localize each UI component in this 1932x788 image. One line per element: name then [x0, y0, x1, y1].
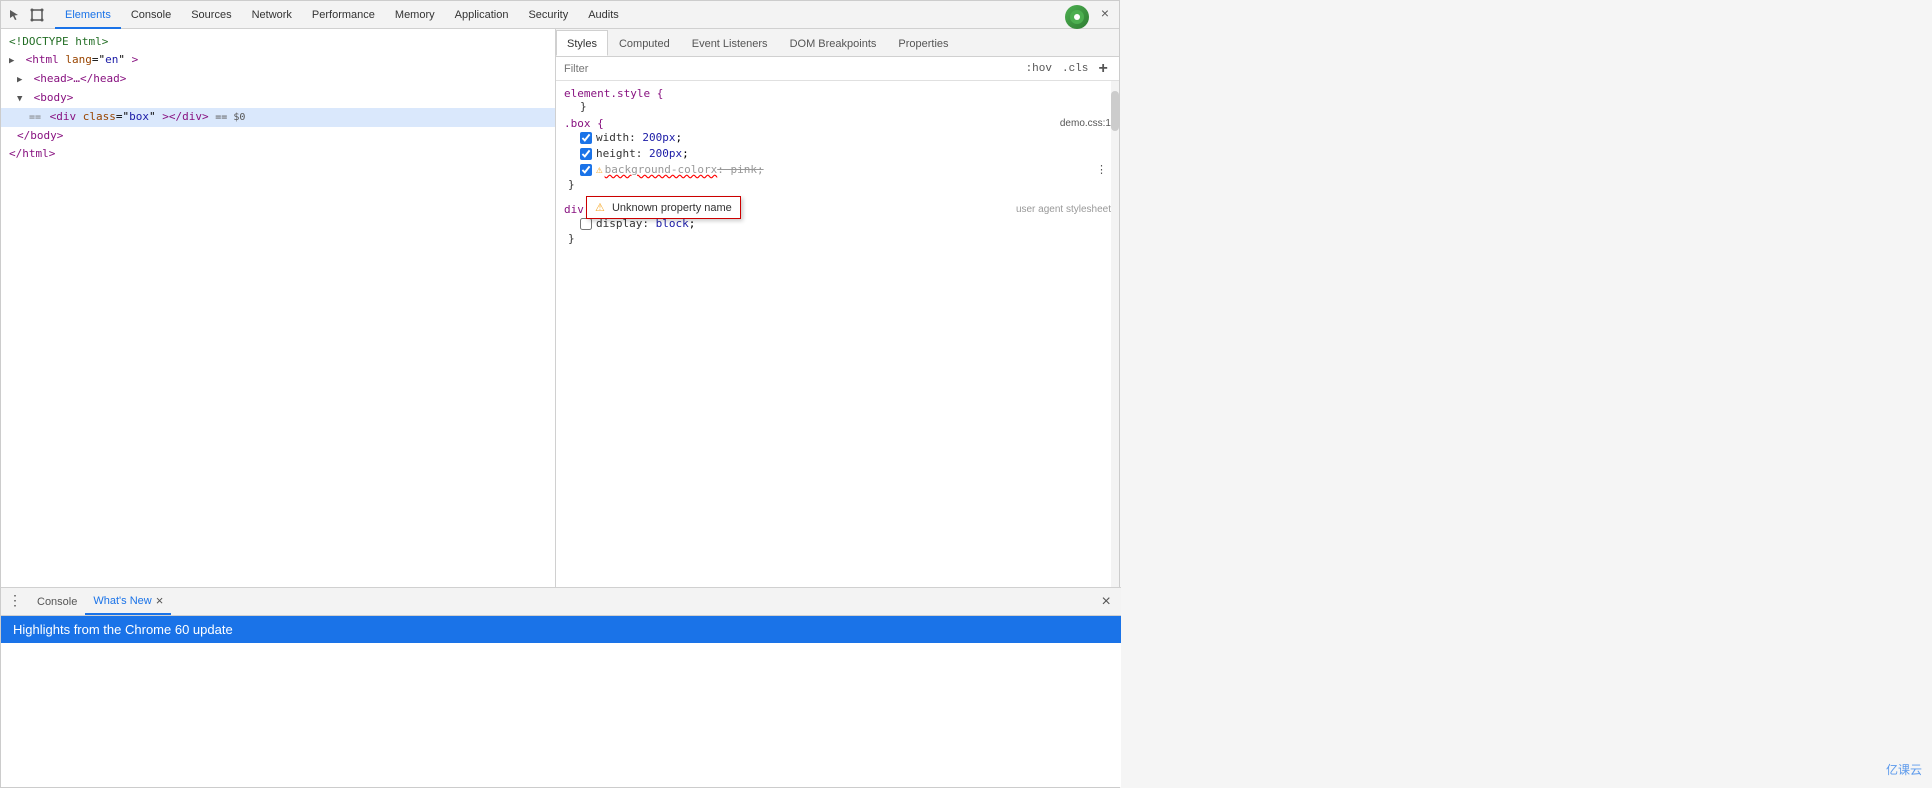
- tab-application[interactable]: Application: [445, 1, 519, 29]
- tab-styles[interactable]: Styles: [556, 30, 608, 56]
- checkbox-width[interactable]: [580, 132, 592, 144]
- dom-line-html-close: </html>: [1, 145, 555, 163]
- style-prop-height: height : 200px ;: [564, 146, 1111, 162]
- drawer-tab-console[interactable]: Console: [29, 589, 85, 615]
- tab-properties[interactable]: Properties: [887, 30, 959, 56]
- tab-memory[interactable]: Memory: [385, 1, 445, 29]
- more-options-prop[interactable]: ⋮: [1096, 162, 1107, 178]
- close-devtools-icon[interactable]: ×: [1095, 5, 1115, 25]
- highlights-bar: Highlights from the Chrome 60 update: [1, 616, 1121, 643]
- checkbox-display[interactable]: [580, 218, 592, 230]
- source-link-useragent: user agent stylesheet: [1016, 204, 1111, 215]
- drawer-dots-icon[interactable]: ⋮: [5, 592, 25, 612]
- tooltip-unknown-property: ⚠ Unknown property name: [586, 196, 741, 219]
- devtools-tab-bar: Elements Console Sources Network Perform…: [55, 1, 1071, 29]
- devtools-toolbar: Elements Console Sources Network Perform…: [1, 1, 1119, 29]
- style-prop-bgcolor-invalid: ⚠ background-colorx : pink ; ⋮: [564, 162, 1111, 178]
- warning-icon: ⚠: [596, 162, 603, 178]
- box-icon[interactable]: [27, 5, 47, 25]
- tab-audits[interactable]: Audits: [578, 1, 629, 29]
- drawer-tab-close-icon[interactable]: ×: [156, 588, 164, 614]
- drawer-close-all-button[interactable]: ×: [1095, 591, 1117, 613]
- tooltip-warn-icon: ⚠: [595, 202, 605, 214]
- drawer-tab-whats-new[interactable]: What's New ×: [85, 589, 171, 615]
- dom-line-html: ▶ <html lang="en" >: [1, 51, 555, 70]
- tab-network[interactable]: Network: [242, 1, 302, 29]
- cls-button[interactable]: .cls: [1059, 62, 1091, 76]
- styles-tabs: Styles Computed Event Listeners DOM Brea…: [556, 29, 1119, 57]
- devtools-drawer: ⋮ Console What's New × × Highlights from…: [1, 587, 1121, 787]
- tab-sources[interactable]: Sources: [181, 1, 241, 29]
- tab-elements[interactable]: Elements: [55, 1, 121, 29]
- tab-event-listeners[interactable]: Event Listeners: [681, 30, 779, 56]
- cursor-icon[interactable]: [5, 5, 25, 25]
- dom-line-div[interactable]: == <div class="box" ></div> == $0: [1, 108, 555, 127]
- style-rule-element: element.style { }: [556, 85, 1119, 115]
- checkbox-height[interactable]: [580, 148, 592, 160]
- tab-dom-breakpoints[interactable]: DOM Breakpoints: [779, 30, 888, 56]
- styles-filter-bar: :hov .cls +: [556, 57, 1119, 81]
- style-rule-box: .box { demo.css:1 width : 200px ;: [556, 115, 1119, 193]
- dom-line-body-close: </body>: [1, 127, 555, 145]
- checkbox-bgcolor[interactable]: [580, 164, 592, 176]
- toolbar-icons: [5, 5, 47, 25]
- source-link-demo[interactable]: demo.css:1: [1060, 118, 1111, 129]
- drawer-tab-bar: ⋮ Console What's New × ×: [1, 588, 1121, 616]
- tab-computed[interactable]: Computed: [608, 30, 681, 56]
- tab-security[interactable]: Security: [518, 1, 578, 29]
- tab-console[interactable]: Console: [121, 1, 181, 29]
- styles-filter-input[interactable]: [564, 63, 1023, 75]
- dom-line-doctype: <!DOCTYPE html>: [1, 33, 555, 51]
- tab-performance[interactable]: Performance: [302, 1, 385, 29]
- style-prop-width: width : 200px ;: [564, 130, 1111, 146]
- devtools-window: Elements Console Sources Network Perform…: [0, 0, 1120, 788]
- dom-line-head: ▶ <head>…</head>: [1, 70, 555, 89]
- dom-line-body: ▼ <body>: [1, 89, 555, 108]
- add-style-button[interactable]: +: [1095, 59, 1111, 79]
- scrollbar-thumb[interactable]: [1111, 91, 1119, 131]
- hov-button[interactable]: :hov: [1023, 62, 1055, 76]
- watermark: 亿课云: [1886, 761, 1922, 778]
